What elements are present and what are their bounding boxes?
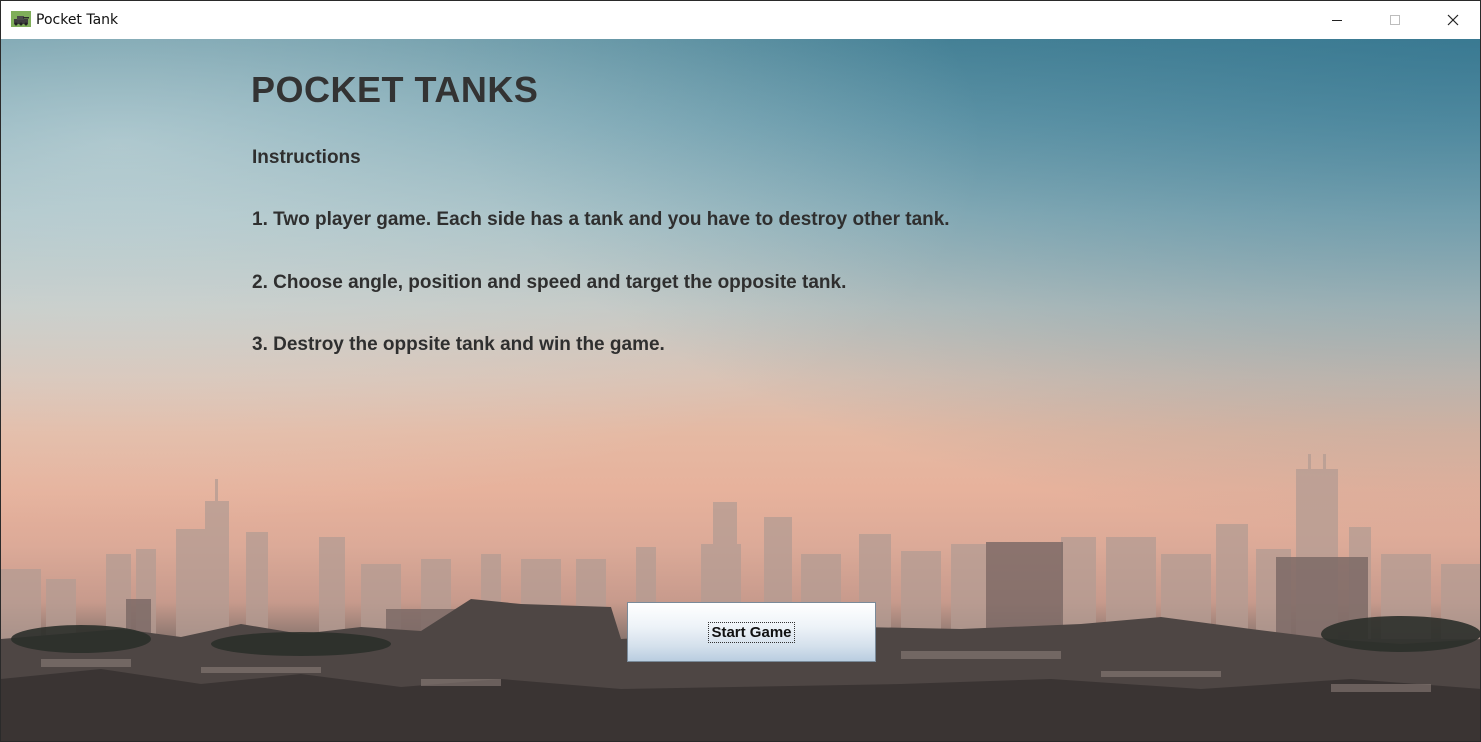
instruction-item: 2. Choose angle, position and speed and …: [252, 272, 847, 293]
instruction-item: 3. Destroy the oppsite tank and win the …: [252, 334, 665, 355]
maximize-button[interactable]: [1366, 1, 1424, 39]
close-button[interactable]: [1424, 1, 1480, 39]
maximize-icon: [1390, 15, 1400, 25]
app-window: Pocket Tank POCKET TANKS Instructions 1.…: [0, 0, 1481, 742]
minimize-button[interactable]: [1308, 1, 1366, 39]
tank-app-icon: [11, 11, 31, 27]
instructions-heading: Instructions: [252, 147, 361, 168]
game-title: POCKET TANKS: [251, 69, 539, 110]
start-game-button[interactable]: Start Game: [627, 602, 876, 662]
minimize-icon: [1332, 20, 1342, 21]
title-bar[interactable]: Pocket Tank: [1, 1, 1480, 39]
close-icon: [1447, 14, 1459, 26]
window-title: Pocket Tank: [36, 12, 119, 28]
start-game-button-label: Start Game: [708, 621, 795, 643]
game-menu-panel: POCKET TANKS Instructions 1. Two player …: [1, 39, 1480, 741]
instruction-item: 1. Two player game. Each side has a tank…: [252, 209, 950, 230]
